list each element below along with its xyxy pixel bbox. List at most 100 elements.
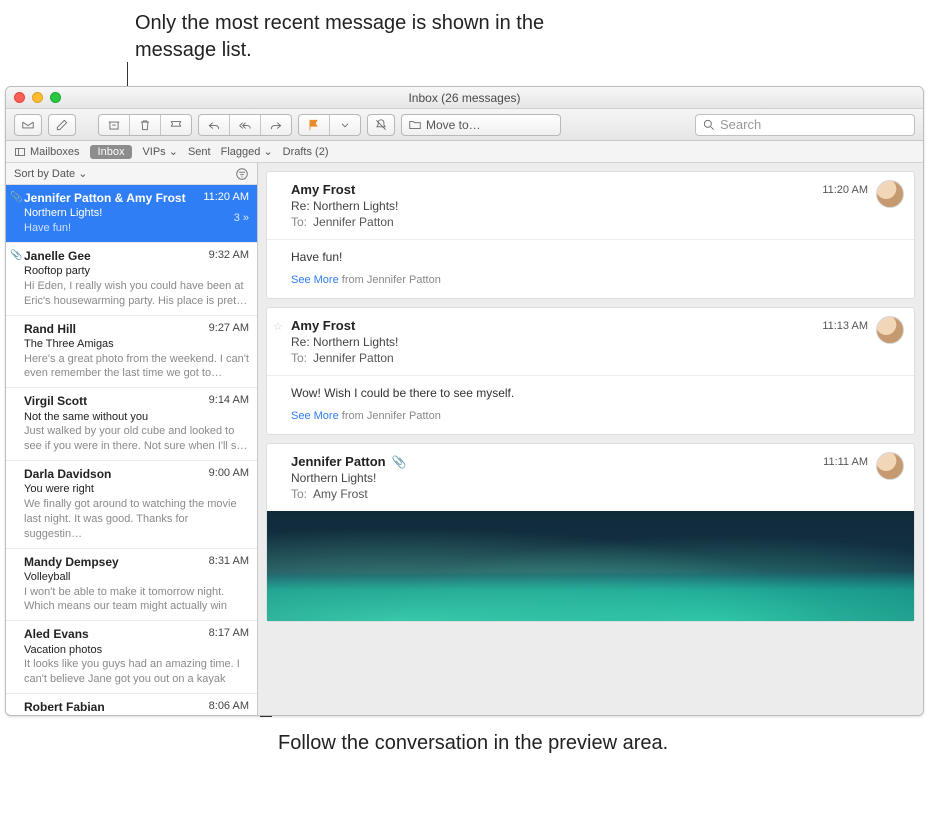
move-to-button[interactable]: Move to… <box>401 114 561 136</box>
card-to-value: Amy Frost <box>313 487 368 501</box>
window-title: Inbox (26 messages) <box>6 91 923 105</box>
card-to-value: Jennifer Patton <box>313 351 394 365</box>
card-to: To:Amy Frost <box>291 487 902 501</box>
conversation-card[interactable]: 11:11 AMJennifer Patton📎Northern Lights!… <box>266 443 915 622</box>
message-list: Sort by Date ⌄ 📎Jennifer Patton & Amy Fr… <box>6 163 258 715</box>
avatar <box>876 316 904 344</box>
fav-inbox[interactable]: Inbox <box>90 145 133 159</box>
attachment-icon: 📎 <box>392 455 407 469</box>
card-body: Have fun! <box>291 250 902 264</box>
forward-icon <box>269 118 283 132</box>
compose-icon <box>55 118 69 132</box>
avatar <box>876 452 904 480</box>
flag-icon <box>307 118 321 132</box>
message-subject: Northern Lights! <box>24 206 249 221</box>
message-subject: Volleyball <box>24 570 249 585</box>
see-more-link[interactable]: See More <box>291 274 339 286</box>
reply-group <box>198 114 292 136</box>
move-to-icon <box>408 118 422 132</box>
attachment-icon: 📎 <box>10 191 22 205</box>
search-field[interactable]: Search <box>695 114 915 136</box>
preview-pane: 11:20 AMAmy FrostRe: Northern Lights!To:… <box>258 163 923 715</box>
fav-vips[interactable]: VIPs ⌄ <box>142 145 178 158</box>
forward-button[interactable] <box>261 115 291 135</box>
conversation-card[interactable]: ☆11:13 AMAmy FrostRe: Northern Lights!To… <box>266 307 915 435</box>
card-to: To:Jennifer Patton <box>291 215 902 229</box>
conversation-card[interactable]: 11:20 AMAmy FrostRe: Northern Lights!To:… <box>266 171 915 299</box>
message-row[interactable]: Rand Hill9:27 AMThe Three AmigasHere's a… <box>6 316 257 389</box>
message-subject: Vacation photos <box>24 643 249 658</box>
message-time: 8:17 AM <box>209 626 249 641</box>
window-minimize-button[interactable] <box>32 92 43 103</box>
toolbar: Move to… Search <box>6 109 923 141</box>
message-preview: It looks like you guys had an amazing ti… <box>24 657 249 687</box>
message-row[interactable]: Robert Fabian8:06 AMLost and foundHi eve… <box>6 694 257 715</box>
message-subject: The Three Amigas <box>24 337 249 352</box>
message-row[interactable]: Virgil Scott9:14 AMNot the same without … <box>6 388 257 461</box>
message-time: 9:32 AM <box>209 248 249 263</box>
mute-button[interactable] <box>367 114 395 136</box>
window-zoom-button[interactable] <box>50 92 61 103</box>
message-preview: We finally got around to watching the mo… <box>24 497 249 542</box>
filter-icon[interactable] <box>235 167 249 181</box>
flag-button[interactable] <box>299 115 330 135</box>
message-preview: I won't be able to make it tomorrow nigh… <box>24 585 249 615</box>
callout-line <box>260 716 272 717</box>
card-sender: Jennifer Patton <box>291 454 386 469</box>
see-more-from: from Jennifer Patton <box>342 410 441 422</box>
flag-menu-button[interactable] <box>330 115 360 135</box>
delete-button[interactable] <box>130 115 161 135</box>
message-preview: Hi Eden, I really wish you could have be… <box>24 279 249 309</box>
message-row[interactable]: 📎Jennifer Patton & Amy Frost11:20 AMNort… <box>6 185 257 243</box>
message-time: 11:20 AM <box>203 190 249 205</box>
vip-star-icon[interactable]: ☆ <box>273 320 283 333</box>
see-more-from: from Jennifer Patton <box>342 274 441 286</box>
get-mail-button[interactable] <box>14 114 42 136</box>
window-close-button[interactable] <box>14 92 25 103</box>
archive-button[interactable] <box>99 115 130 135</box>
reply-all-button[interactable] <box>230 115 261 135</box>
message-row[interactable]: 📎Janelle Gee9:32 AMRooftop partyHi Eden,… <box>6 243 257 316</box>
junk-button[interactable] <box>161 115 191 135</box>
card-subject: Re: Northern Lights! <box>291 335 902 349</box>
favorites-bar: Mailboxes Inbox VIPs ⌄ Sent Flagged ⌄ Dr… <box>6 141 923 163</box>
sort-bar[interactable]: Sort by Date ⌄ <box>6 163 257 185</box>
message-row[interactable]: Aled Evans8:17 AMVacation photosIt looks… <box>6 621 257 694</box>
card-body: Wow! Wish I could be there to see myself… <box>291 386 902 400</box>
fav-drafts[interactable]: Drafts (2) <box>283 146 329 158</box>
card-subject: Re: Northern Lights! <box>291 199 902 213</box>
message-time: 8:31 AM <box>209 554 249 569</box>
chevron-down-icon: ⌄ <box>169 146 178 158</box>
avatar <box>876 180 904 208</box>
compose-button[interactable] <box>48 114 76 136</box>
message-preview: Have fun! <box>24 221 249 236</box>
chevron-down-icon: ⌄ <box>78 168 87 180</box>
see-more[interactable]: See More from Jennifer Patton <box>291 410 902 422</box>
reply-button[interactable] <box>199 115 230 135</box>
message-subject: Not the same without you <box>24 410 249 425</box>
attachment-image <box>267 511 914 621</box>
see-more[interactable]: See More from Jennifer Patton <box>291 274 902 286</box>
card-sender: Amy Frost <box>291 182 355 197</box>
see-more-link[interactable]: See More <box>291 410 339 422</box>
message-preview: Just walked by your old cube and looked … <box>24 424 249 454</box>
message-row[interactable]: Darla Davidson9:00 AMYou were rightWe fi… <box>6 461 257 549</box>
mail-window: Inbox (26 messages) Move to… <box>5 86 924 716</box>
fav-sent[interactable]: Sent <box>188 146 211 158</box>
message-preview: Here's a great photo from the weekend. I… <box>24 352 249 382</box>
message-time: 9:00 AM <box>209 466 249 481</box>
card-to: To:Jennifer Patton <box>291 351 902 365</box>
message-subject: You were right <box>24 482 249 497</box>
fav-flagged[interactable]: Flagged ⌄ <box>221 145 273 158</box>
trash-icon <box>138 118 152 132</box>
card-subject: Northern Lights! <box>291 471 902 485</box>
reply-icon <box>207 118 221 132</box>
message-subject: Rooftop party <box>24 264 249 279</box>
flag-group <box>298 114 361 136</box>
mailboxes-toggle[interactable]: Mailboxes <box>14 146 80 158</box>
message-row[interactable]: Mandy Dempsey8:31 AMVolleyballI won't be… <box>6 549 257 622</box>
chevron-down-icon <box>338 118 352 132</box>
inbox-icon <box>21 118 35 132</box>
junk-icon <box>169 118 183 132</box>
move-to-label: Move to… <box>426 118 481 132</box>
